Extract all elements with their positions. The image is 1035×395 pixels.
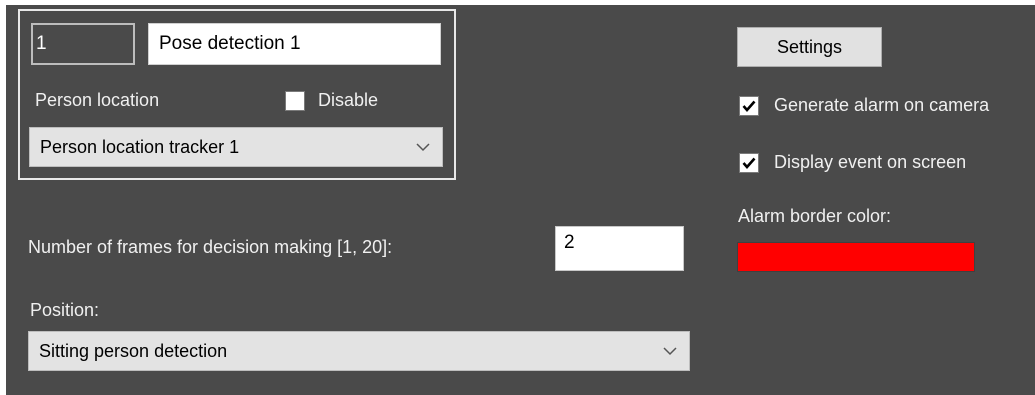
- alarm-border-color-label: Alarm border color:: [738, 206, 892, 226]
- person-location-label: Person location: [35, 90, 160, 110]
- tracker-selected-value: Person location tracker 1: [40, 137, 240, 157]
- alarm-border-color-swatch[interactable]: [737, 242, 975, 272]
- settings-button[interactable]: Settings: [737, 27, 882, 67]
- display-event-checkbox[interactable]: [739, 153, 759, 173]
- frames-input[interactable]: 2: [555, 226, 684, 271]
- disable-checkbox[interactable]: [285, 91, 305, 111]
- generate-alarm-checkbox[interactable]: [739, 96, 759, 116]
- disable-label: Disable: [318, 90, 379, 110]
- position-selected-value: Sitting person detection: [39, 341, 228, 361]
- display-event-label: Display event on screen: [774, 152, 967, 172]
- position-label: Position:: [30, 300, 100, 320]
- chevron-down-icon: [663, 332, 677, 370]
- checkmark-icon: [742, 157, 756, 169]
- detector-name-field[interactable]: Pose detection 1: [148, 23, 441, 65]
- checkmark-icon: [742, 100, 756, 112]
- position-dropdown[interactable]: Sitting person detection: [28, 331, 690, 371]
- frames-label: Number of frames for decision making [1,…: [28, 237, 393, 257]
- chevron-down-icon: [416, 128, 430, 166]
- person-location-tracker-dropdown[interactable]: Person location tracker 1: [29, 127, 443, 167]
- generate-alarm-label: Generate alarm on camera: [774, 95, 990, 115]
- detector-id-field[interactable]: 1: [31, 23, 135, 65]
